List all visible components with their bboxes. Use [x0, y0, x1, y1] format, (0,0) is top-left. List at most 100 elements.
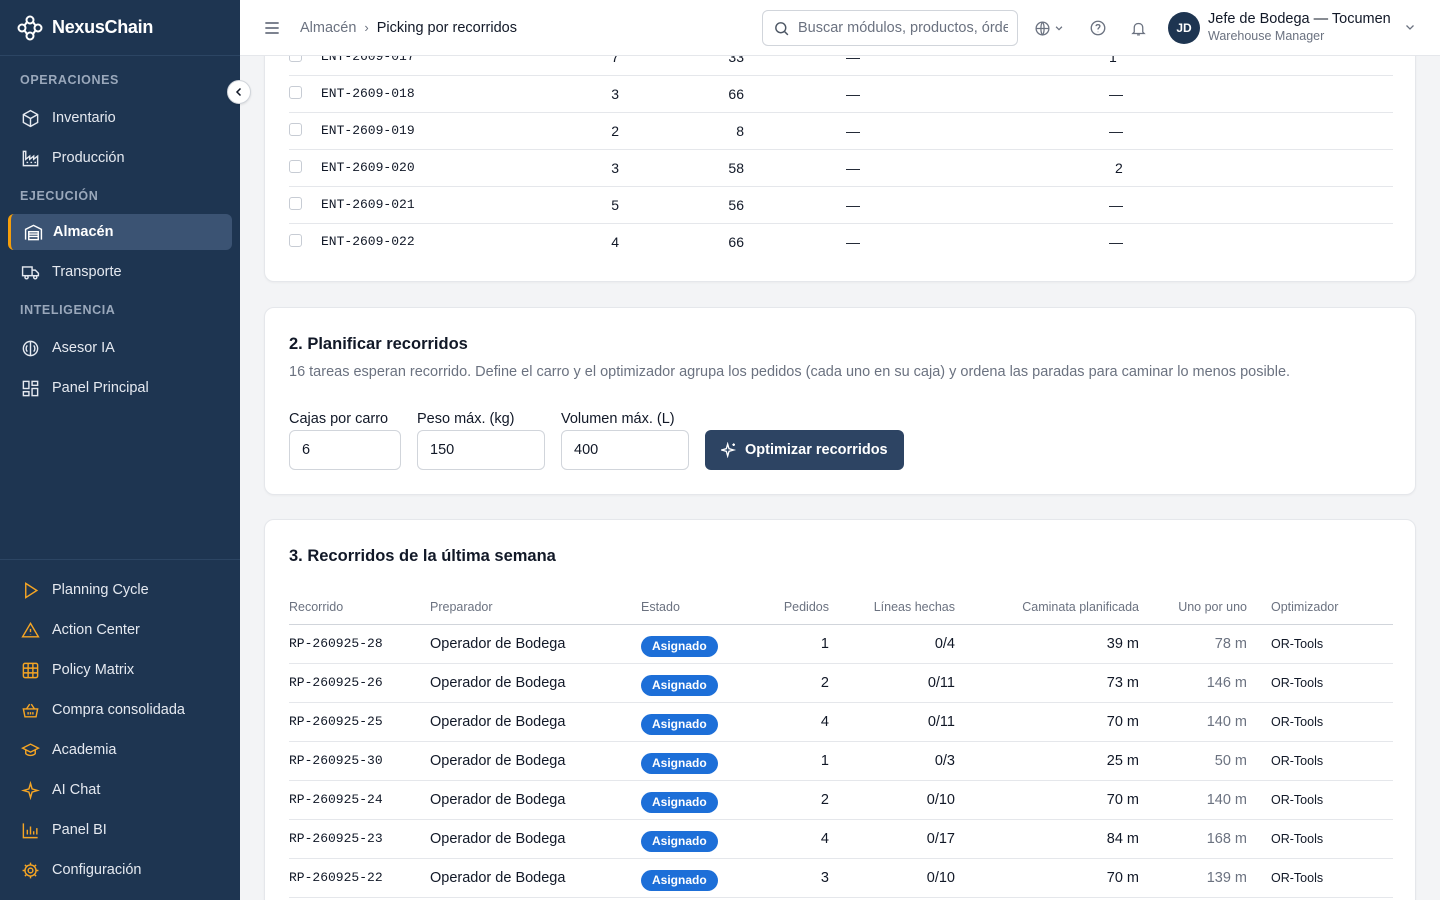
- row-checkbox[interactable]: [289, 234, 302, 247]
- route-id: RP-260925-26: [289, 675, 383, 690]
- route-id: RP-260925-30: [289, 753, 383, 768]
- table-row[interactable]: RP-260925-23 Operador de Bodega Asignado…: [289, 820, 1393, 859]
- col-header-caminata[interactable]: Caminata planificada: [989, 600, 1139, 614]
- table-row: ENT-2609-022 4 66 — —: [289, 224, 1393, 261]
- table-row: ENT-2609-021 5 56 — —: [289, 187, 1393, 224]
- route-optimizer: OR-Tools: [1271, 871, 1324, 885]
- sidebar-item-label: Policy Matrix: [52, 662, 135, 678]
- sparkles-icon: [20, 780, 40, 800]
- help-icon: [1090, 20, 1106, 36]
- search-input[interactable]: [798, 20, 1008, 36]
- task-col-1: 3: [611, 160, 619, 176]
- row-checkbox[interactable]: [289, 197, 302, 210]
- route-single-walk: 50 m: [1214, 753, 1247, 769]
- collapse-sidebar-button[interactable]: [227, 80, 251, 104]
- route-planned-walk: 73 m: [1106, 675, 1139, 691]
- col-header-estado[interactable]: Estado: [641, 600, 680, 614]
- task-col-2: 66: [728, 86, 744, 102]
- col-header-pedidos[interactable]: Pedidos: [759, 600, 829, 614]
- route-lines: 0/4: [934, 636, 955, 652]
- brand[interactable]: NexusChain: [0, 0, 240, 56]
- col-header-recorrido[interactable]: Recorrido: [289, 600, 343, 614]
- breadcrumb-parent[interactable]: Almacén: [300, 20, 356, 36]
- sidebar-item-planning-cycle[interactable]: Planning Cycle: [0, 570, 240, 610]
- max-volume-input[interactable]: [561, 430, 689, 470]
- sidebar-item-asesor-ia[interactable]: Asesor IA: [0, 328, 240, 368]
- breadcrumb-current: Picking por recorridos: [376, 19, 517, 36]
- task-col-3: —: [846, 197, 860, 213]
- table-row[interactable]: RP-260925-25 Operador de Bodega Asignado…: [289, 703, 1393, 742]
- help-button[interactable]: [1088, 18, 1108, 38]
- task-col-2: 33: [728, 56, 744, 65]
- sidebar-item-inventario[interactable]: Inventario: [0, 98, 240, 138]
- sidebar-item-produccion[interactable]: Producción: [0, 138, 240, 178]
- chevron-down-icon: [1055, 26, 1063, 31]
- route-optimizer: OR-Tools: [1271, 676, 1324, 690]
- route-single-walk: 139 m: [1206, 870, 1247, 886]
- graduation-cap-icon: [20, 740, 40, 760]
- box-icon: [20, 108, 40, 128]
- sidebar-item-ai-chat[interactable]: AI Chat: [0, 770, 240, 810]
- sidebar-item-transporte[interactable]: Transporte: [0, 252, 240, 292]
- menu-icon[interactable]: [262, 18, 282, 38]
- table-row[interactable]: RP-260925-24 Operador de Bodega Asignado…: [289, 781, 1393, 820]
- breadcrumb-separator: ›: [364, 20, 369, 35]
- route-lines: 0/3: [934, 753, 955, 769]
- task-id: ENT-2609-018: [321, 86, 415, 101]
- table-row[interactable]: RP-260925-30 Operador de Bodega Asignado…: [289, 742, 1393, 781]
- language-selector[interactable]: [1033, 18, 1065, 38]
- sidebar-item-panel-bi[interactable]: Panel BI: [0, 810, 240, 850]
- route-id: RP-260925-28: [289, 636, 383, 651]
- row-checkbox[interactable]: [289, 160, 302, 173]
- table-row[interactable]: RP-260925-22 Operador de Bodega Asignado…: [289, 859, 1393, 898]
- route-id: RP-260925-23: [289, 831, 383, 846]
- route-orders: 1: [820, 636, 829, 652]
- sidebar: NexusChain OPERACIONES Inventario Produc…: [0, 0, 240, 900]
- route-picker: Operador de Bodega: [430, 753, 566, 769]
- col-header-optimizador[interactable]: Optimizador: [1271, 600, 1338, 614]
- status-badge: Asignado: [641, 714, 718, 735]
- route-orders: 2: [820, 675, 829, 691]
- table-row[interactable]: RP-260925-28 Operador de Bodega Asignado…: [289, 625, 1393, 664]
- table-row[interactable]: RP-260925-26 Operador de Bodega Asignado…: [289, 664, 1393, 703]
- sidebar-item-compra-consolidada[interactable]: Compra consolidada: [0, 690, 240, 730]
- task-col-1: 3: [611, 86, 619, 102]
- sidebar-item-academia[interactable]: Academia: [0, 730, 240, 770]
- route-orders: 1: [820, 753, 829, 769]
- status-badge: Asignado: [641, 831, 718, 852]
- cart-boxes-input[interactable]: [289, 430, 401, 470]
- sidebar-item-label: Almacén: [53, 224, 114, 240]
- route-picker: Operador de Bodega: [430, 792, 566, 808]
- notifications-button[interactable]: [1128, 18, 1148, 38]
- col-header-uno-por-uno[interactable]: Uno por uno: [1149, 600, 1247, 614]
- sidebar-item-action-center[interactable]: Action Center: [0, 610, 240, 650]
- row-checkbox[interactable]: [289, 56, 302, 62]
- task-col-1: 5: [611, 197, 619, 213]
- optimize-routes-button[interactable]: Optimizar recorridos: [705, 430, 904, 470]
- task-col-4: —: [1109, 234, 1123, 250]
- row-checkbox[interactable]: [289, 86, 302, 99]
- chevron-left-icon: [235, 87, 242, 97]
- sidebar-item-policy-matrix[interactable]: Policy Matrix: [0, 650, 240, 690]
- task-col-3: —: [846, 86, 860, 102]
- col-header-preparador[interactable]: Preparador: [430, 600, 493, 614]
- sidebar-item-almacen[interactable]: Almacén: [8, 214, 232, 250]
- task-col-1: 2: [611, 123, 619, 139]
- sidebar-item-panel-principal[interactable]: Panel Principal: [0, 368, 240, 408]
- warehouse-icon: [23, 222, 43, 242]
- route-lines: 0/11: [927, 675, 955, 691]
- sidebar-item-label: Panel BI: [52, 822, 107, 838]
- task-col-3: —: [846, 234, 860, 250]
- row-checkbox[interactable]: [289, 123, 302, 136]
- status-badge: Asignado: [641, 636, 718, 657]
- task-col-3: —: [846, 160, 860, 176]
- col-header-lineas[interactable]: Líneas hechas: [849, 600, 955, 614]
- task-col-3: —: [846, 56, 860, 65]
- task-col-4: —: [1109, 197, 1123, 213]
- user-menu[interactable]: JD Jefe de Bodega — Tocumen Warehouse Ma…: [1168, 10, 1414, 46]
- max-weight-input[interactable]: [417, 430, 545, 470]
- table-row: ENT-2609-020 3 58 — 2: [289, 150, 1393, 187]
- sidebar-item-configuracion[interactable]: Configuración: [0, 850, 240, 890]
- route-single-walk: 140 m: [1206, 714, 1247, 730]
- route-optimizer: OR-Tools: [1271, 754, 1324, 768]
